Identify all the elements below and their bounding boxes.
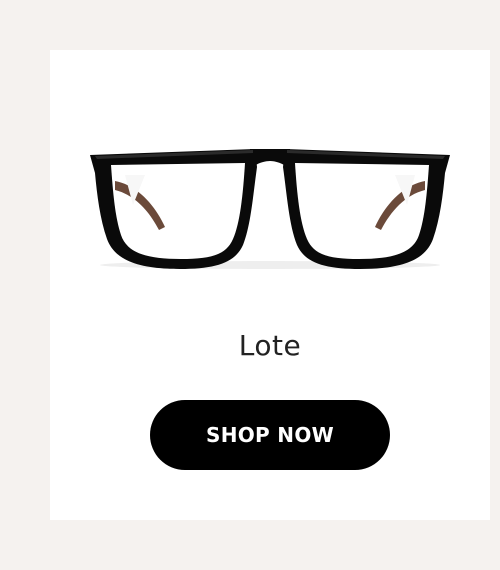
- shop-now-button[interactable]: SHOP NOW: [150, 400, 390, 470]
- product-image[interactable]: [85, 135, 455, 275]
- eyeglasses-icon: [90, 149, 450, 269]
- product-name[interactable]: Lote: [50, 326, 490, 366]
- product-card: Lote SHOP NOW: [50, 50, 490, 520]
